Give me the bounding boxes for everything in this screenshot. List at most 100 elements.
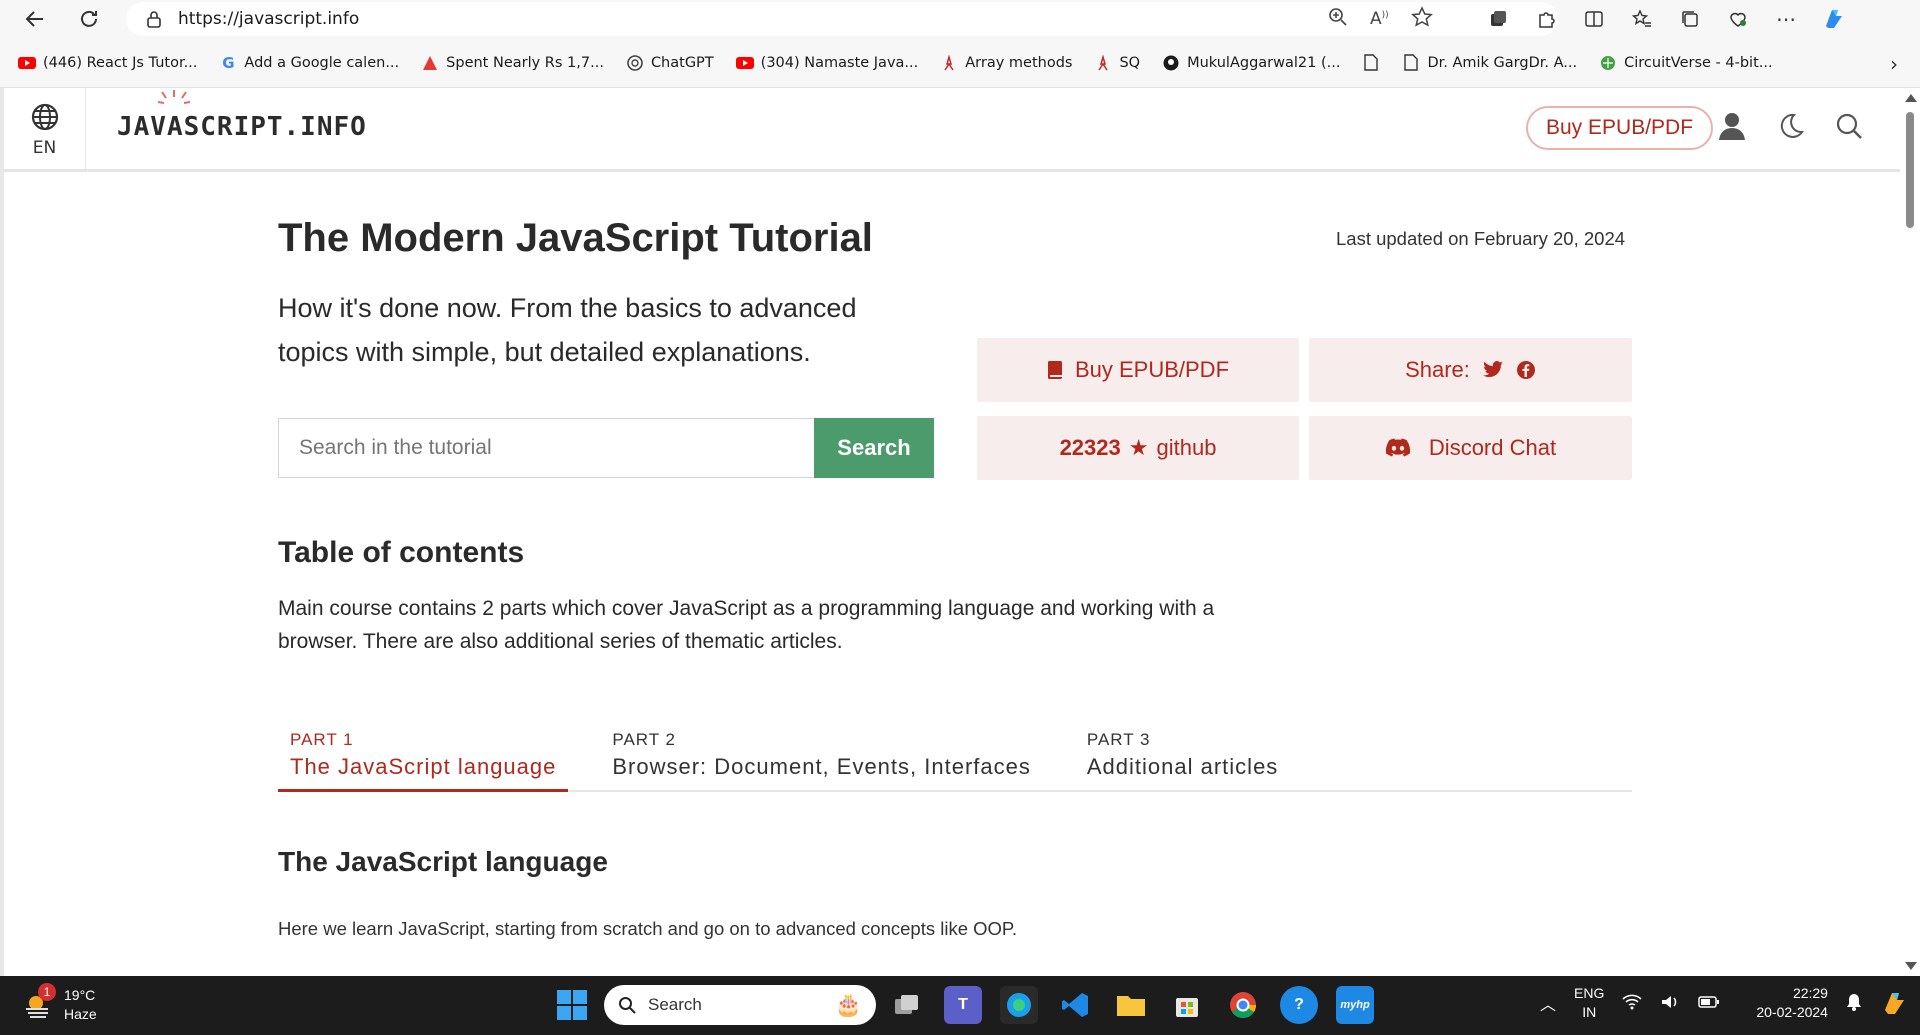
weather-badge: 1 [38,983,56,1001]
wifi-icon[interactable] [1622,994,1642,1013]
toc-title: Table of contents [278,536,525,569]
bookmark-item[interactable]: Array methods [940,54,1072,72]
battery-icon[interactable] [1698,995,1720,1012]
task-view-icon[interactable] [888,986,926,1024]
section-title: The JavaScript language [278,846,608,877]
refresh-button[interactable] [72,2,106,36]
url-text[interactable]: https://javascript.info [178,9,359,29]
lang-bottom: IN [1582,1004,1597,1020]
search-button[interactable]: Search [814,418,934,478]
bookmark-label: (304) Namaste Java... [760,54,919,71]
language-indicator[interactable]: ENG IN [1574,984,1604,1022]
youtube-icon [18,54,36,72]
collections-icon[interactable] [1676,5,1704,33]
vscode-icon[interactable] [1056,986,1094,1024]
file-explorer-icon[interactable] [1112,986,1150,1024]
edge-icon[interactable] [1000,986,1038,1024]
back-button[interactable] [18,2,52,36]
tab-label: Additional articles [1086,754,1279,779]
time: 22:29 [1792,985,1828,1001]
chevron-up-icon[interactable]: ︿ [1540,991,1556,1015]
notification-bell-icon[interactable] [1846,993,1862,1014]
browser-toolbar: https://javascript.info A)) ⋯ [0,0,1920,38]
favorites-icon[interactable] [1628,5,1656,33]
read-aloud-icon[interactable]: A)) [1370,9,1389,29]
clock[interactable]: 22:29 20-02-2024 [1756,984,1828,1022]
temperature: 19°C [64,987,96,1003]
discord-label: Discord Chat [1428,435,1557,460]
bookmark-label: Spent Nearly Rs 1,7... [446,54,604,71]
search-icon [619,997,636,1014]
volume-icon[interactable] [1660,994,1680,1013]
bookmark-item[interactable]: (304) Namaste Java... [735,54,919,72]
page-scrollbar[interactable] [1900,88,1920,976]
parts-tabs: PART 1 The JavaScript language PART 2 Br… [278,716,1632,792]
discord-card[interactable]: Discord Chat [1309,416,1632,480]
chevron-right-icon[interactable]: › [1890,52,1898,76]
bookmark-item[interactable]: Dr. Amik GargDr. A... [1402,54,1577,72]
tab-number: PART 3 [1086,730,1151,749]
puzzle-icon[interactable] [1532,5,1560,33]
buy-epub-label: Buy EPUB/PDF [1074,357,1230,382]
tab-number: PART 2 [612,730,677,749]
zoom-icon[interactable] [1328,7,1348,31]
scroll-up-icon[interactable] [1905,94,1917,102]
myhp-icon[interactable]: myhp [1336,986,1374,1024]
site-logo[interactable]: JAVASCRIPT.INFO [117,112,367,142]
search-highlight-icon: 🎂 [834,992,862,1017]
bookmark-item[interactable]: CircuitVerse - 4-bit... [1599,54,1773,72]
tab-part-2[interactable]: PART 2 Browser: Document, Events, Interf… [600,716,1043,792]
user-icon[interactable] [1716,110,1748,142]
twitter-icon[interactable] [1482,360,1504,380]
taskbar-search-label: Search [648,995,702,1014]
more-options-icon[interactable]: ⋯ [1772,5,1800,33]
tab-part-1[interactable]: PART 1 The JavaScript language [278,716,569,792]
bookmark-item[interactable]: (446) React Js Tutor... [18,54,197,72]
health-icon[interactable] [1724,5,1752,33]
split-screen-icon[interactable] [1580,5,1608,33]
tab-number: PART 1 [290,730,354,749]
dark-mode-icon[interactable] [1776,111,1806,141]
github-count: 22323 [1059,435,1121,460]
language-code: EN [32,138,57,158]
extension-icon[interactable] [1484,5,1512,33]
scrollbar-thumb[interactable] [1906,112,1914,228]
document-icon [1362,54,1380,72]
bookmark-item[interactable]: Spent Nearly Rs 1,7... [421,54,604,72]
tutorial-search: Search [278,418,934,478]
help-icon[interactable]: ? [1280,986,1318,1024]
lang-top: ENG [1574,985,1605,1001]
refresh-icon [81,10,97,27]
language-switcher[interactable]: EN [4,88,86,172]
bookmark-item[interactable]: MukulAggarwal21 (... [1162,54,1340,72]
buy-epub-card[interactable]: Buy EPUB/PDF [977,338,1299,402]
search-input[interactable] [278,418,814,478]
search-icon[interactable] [1834,111,1864,141]
bookmark-label: Array methods [965,54,1073,71]
bookmark-item[interactable]: G Add a Google calen... [219,54,399,72]
microsoft-store-icon[interactable] [1168,986,1206,1024]
facebook-icon[interactable] [1516,360,1536,380]
windows-start-icon[interactable] [557,990,587,1020]
copilot-icon[interactable] [1820,5,1848,33]
red-triangle-icon [421,54,439,72]
header-buy-button[interactable]: Buy EPUB/PDF [1526,106,1714,150]
tab-label: Browser: Document, Events, Interfaces [612,754,1031,779]
taskbar-search[interactable]: Search 🎂 [604,985,876,1025]
chrome-icon[interactable] [1224,986,1262,1024]
scroll-down-icon[interactable] [1905,962,1917,970]
tab-part-3[interactable]: PART 3 Additional articles [1075,716,1290,792]
bookmark-item[interactable] [1362,54,1380,72]
teams-icon[interactable]: T [944,986,982,1024]
bookmark-item[interactable]: SQ [1094,54,1140,72]
copilot-taskbar-icon[interactable] [1880,988,1908,1019]
tagline: How it's done now. From the basics to ad… [278,293,857,367]
globe-icon [31,103,58,131]
last-updated: Last updated on February 20, 2024 [1336,228,1626,249]
weather-widget[interactable]: 1 19°C Haze [22,983,97,1024]
github-card[interactable]: 22323 ★ github [977,416,1299,480]
bookmark-label: Dr. Amik GargDr. A... [1427,54,1578,71]
favorite-star-icon[interactable] [1410,6,1433,32]
chatgpt-icon [626,54,644,72]
bookmark-item[interactable]: ChatGPT [626,54,714,72]
